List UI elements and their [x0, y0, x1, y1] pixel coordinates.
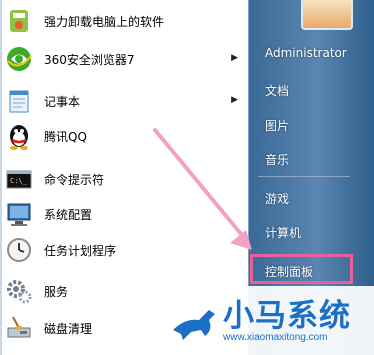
watermark-url: www.xiaomaxitong.com: [223, 332, 328, 343]
watermark-title: 小马系统: [223, 298, 351, 334]
horse-logo-icon: [173, 310, 215, 340]
watermark: 小马系统 www.xiaomaxitong.com: [163, 286, 374, 355]
